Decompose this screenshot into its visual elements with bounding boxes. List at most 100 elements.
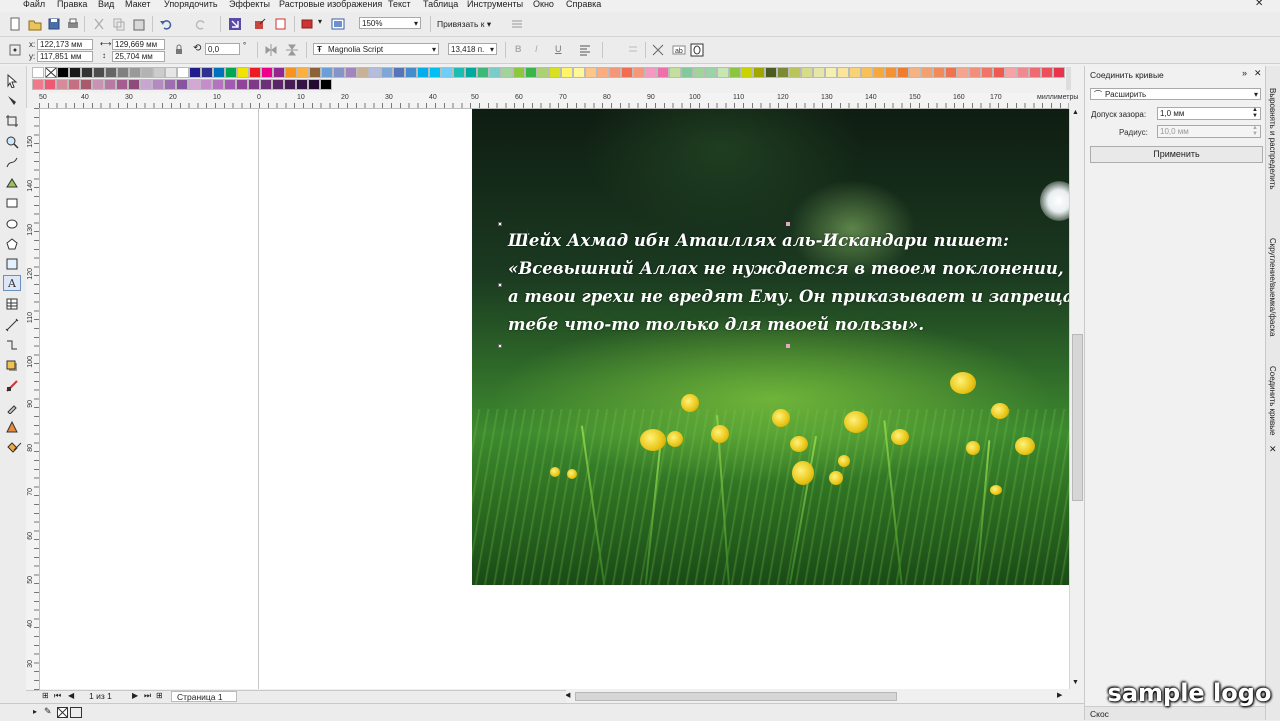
swatch-tan[interactable] — [357, 67, 369, 78]
snap-to-menu[interactable]: Привязать к ▾ — [437, 19, 491, 30]
underline-icon[interactable]: U — [555, 44, 562, 54]
swatch-row2-11[interactable] — [152, 79, 164, 90]
swatch-sky[interactable] — [321, 67, 333, 78]
swatch-row2-22[interactable] — [284, 79, 296, 90]
application-launcher-icon[interactable] — [300, 17, 314, 31]
import-icon[interactable] — [228, 17, 242, 31]
copy-icon[interactable] — [112, 17, 126, 31]
basic-shapes-tool-icon[interactable] — [5, 257, 19, 271]
menu-text[interactable]: Текст — [388, 0, 411, 10]
rotation-angle-field[interactable]: 0,0 — [205, 43, 240, 55]
horizontal-scrollbar[interactable]: ◀ ▶ — [563, 690, 1078, 702]
swatch-army[interactable] — [765, 67, 777, 78]
swatch-purple[interactable] — [273, 67, 285, 78]
palette-scroll-up[interactable] — [32, 67, 44, 78]
swatch-row2-14[interactable] — [188, 79, 200, 90]
swatch-watermelon[interactable] — [981, 67, 993, 78]
swatch-lavender[interactable] — [333, 67, 345, 78]
swatch-gray10[interactable] — [165, 67, 177, 78]
swatch-blush[interactable] — [957, 67, 969, 78]
swatch-row2-15[interactable] — [200, 79, 212, 90]
export-icon[interactable] — [253, 17, 267, 31]
swatch-lilac[interactable] — [345, 67, 357, 78]
swatch-red[interactable] — [249, 67, 261, 78]
add-page-after-icon[interactable]: ⊞ — [156, 691, 163, 700]
print-icon[interactable] — [66, 17, 80, 31]
swatch-jade[interactable] — [681, 67, 693, 78]
swatch-yellow[interactable] — [237, 67, 249, 78]
page-tab[interactable]: Страница 1 — [171, 691, 237, 702]
swatch-tomato[interactable] — [621, 67, 633, 78]
menu-view[interactable]: Вид — [98, 0, 114, 10]
swatch-butter[interactable] — [837, 67, 849, 78]
swatch-row2-8[interactable] — [116, 79, 128, 90]
swatch-khaki[interactable] — [801, 67, 813, 78]
swatch-pale-green[interactable] — [717, 67, 729, 78]
text-properties-icon[interactable] — [651, 43, 665, 57]
swatch-salmon[interactable] — [597, 67, 609, 78]
docker-tab-join-curves[interactable]: Соединить кривые — [1268, 366, 1277, 435]
swatch-row2-3[interactable] — [56, 79, 68, 90]
swatch-pink[interactable] — [645, 67, 657, 78]
swatch-row2-13[interactable] — [176, 79, 188, 90]
swatch-black[interactable] — [57, 67, 69, 78]
menu-tools[interactable]: Инструменты — [467, 0, 523, 10]
swatch-ivory[interactable] — [825, 67, 837, 78]
first-page-icon[interactable]: ⏮ — [54, 691, 61, 701]
new-document-icon[interactable] — [8, 17, 22, 31]
zoom-level-field[interactable]: 150% — [359, 17, 421, 30]
swatch-olive-light[interactable] — [741, 67, 753, 78]
paste-icon[interactable] — [132, 17, 146, 31]
swatch-cyan[interactable] — [417, 67, 429, 78]
docker-tab-align[interactable]: Выровнять и распределить — [1268, 88, 1277, 190]
swatch-moss[interactable] — [777, 67, 789, 78]
swatch-chartreuse[interactable] — [549, 67, 561, 78]
swatch-crimson[interactable] — [1053, 67, 1065, 78]
swatch-row2-9[interactable] — [128, 79, 140, 90]
swatch-cream[interactable] — [573, 67, 585, 78]
rectangle-tool-icon[interactable] — [5, 196, 19, 210]
swatch-row2-17[interactable] — [224, 79, 236, 90]
crop-tool-icon[interactable] — [5, 114, 19, 128]
freehand-tool-icon[interactable] — [5, 155, 19, 169]
swatch-cyan-light[interactable] — [429, 67, 441, 78]
docker-tab-close-icon[interactable]: ✕ — [1269, 444, 1277, 455]
swatch-mint[interactable] — [501, 67, 513, 78]
swatch-row2-7[interactable] — [104, 79, 116, 90]
outline-indicator[interactable] — [70, 707, 82, 718]
swatch-green[interactable] — [225, 67, 237, 78]
swatch-row2-25[interactable] — [320, 79, 332, 90]
swatch-sand[interactable] — [921, 67, 933, 78]
swatch-ice[interactable] — [441, 67, 453, 78]
selection-handle[interactable] — [498, 344, 502, 348]
swatch-row2-10[interactable] — [140, 79, 152, 90]
menu-help[interactable]: Справка — [566, 0, 601, 10]
swatch-lemon[interactable] — [561, 67, 573, 78]
swatch-pistachio[interactable] — [537, 67, 549, 78]
horizontal-scroll-thumb[interactable] — [575, 692, 897, 701]
swatch-peach[interactable] — [585, 67, 597, 78]
menu-bitmaps[interactable]: Растровые изображения — [279, 0, 382, 10]
swatch-rose[interactable] — [633, 67, 645, 78]
swatch-shrimp[interactable] — [969, 67, 981, 78]
swatch-gray30[interactable] — [141, 67, 153, 78]
smart-fill-tool-icon[interactable] — [5, 176, 19, 190]
swatch-gold[interactable] — [861, 67, 873, 78]
selection-handle-top[interactable] — [786, 222, 790, 226]
swatch-crimson-light[interactable] — [1041, 67, 1053, 78]
swatch-blue[interactable] — [213, 67, 225, 78]
bullet-list-icon[interactable] — [625, 43, 639, 57]
last-page-icon[interactable]: ⏭ — [144, 691, 151, 701]
swatch-row2-2[interactable] — [44, 79, 56, 90]
swatch-row2-16[interactable] — [212, 79, 224, 90]
edit-text-icon[interactable]: ab — [672, 43, 686, 57]
swatch-cornflower[interactable] — [381, 67, 393, 78]
swatch-beige[interactable] — [813, 67, 825, 78]
launcher-dropdown-icon[interactable]: ▾ — [318, 17, 322, 26]
swatch-gray90[interactable] — [69, 67, 81, 78]
window-close-icon[interactable]: ✕ — [1255, 0, 1263, 9]
docker-collapse-icon[interactable]: » — [1242, 68, 1247, 78]
swatch-white[interactable] — [177, 67, 189, 78]
swatch-row2-24[interactable] — [308, 79, 320, 90]
swatch-rose-mid[interactable] — [1017, 67, 1029, 78]
